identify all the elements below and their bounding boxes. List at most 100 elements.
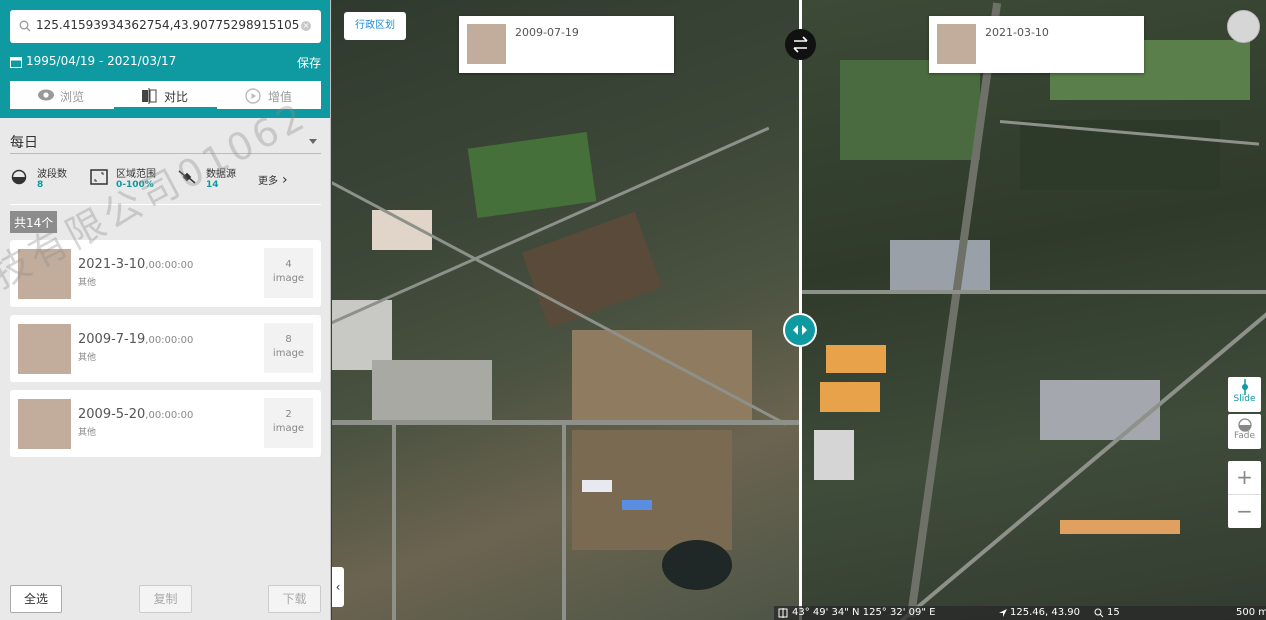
download-button[interactable]: 下载 <box>268 585 321 613</box>
image-count: 4 image <box>264 248 313 298</box>
tab-browse-label: 浏览 <box>60 90 85 104</box>
left-date-label: 2009-07-19 <box>515 26 579 39</box>
right-date-panel[interactable]: 2021-03-10 <box>929 16 1144 73</box>
calendar-icon[interactable] <box>10 56 22 68</box>
time-text: ,00:00:00 <box>145 260 194 271</box>
stat-bands-value: 8 <box>37 180 44 190</box>
sidebar-header: 125.41593934362754,43.90775298915105 × 1… <box>0 0 330 118</box>
count-value: 8 <box>285 334 292 345</box>
location-arrow-icon <box>999 609 1007 617</box>
scale-bar-label: 500 m <box>1236 607 1266 618</box>
divider <box>10 204 321 205</box>
map-left-imagery <box>332 0 800 620</box>
tab-compare[interactable]: 对比 <box>114 81 217 109</box>
date-text: 2009-7-19 <box>78 332 146 347</box>
tab-browse[interactable]: 浏览 <box>10 81 113 109</box>
warehouse-roof <box>820 382 880 412</box>
zoom-level: 15 <box>1107 607 1120 618</box>
roof-strip <box>1060 520 1180 534</box>
road <box>332 420 800 425</box>
compare-icon <box>142 88 157 104</box>
list-item[interactable]: 2009-7-19,00:00:00 其他 8 image <box>10 315 321 382</box>
compare-divider-line[interactable] <box>799 0 802 620</box>
building-cluster <box>1040 380 1160 440</box>
pond <box>662 540 732 590</box>
slider-handle[interactable] <box>783 313 817 347</box>
map-view[interactable]: 行政区划 2009-07-19 2021-03-10 Slide Fade + … <box>332 0 1266 620</box>
warehouse-roof <box>826 345 886 373</box>
left-right-arrows-icon <box>793 325 807 335</box>
count-unit: image <box>272 348 305 359</box>
date-text: 2009-5-20 <box>78 407 146 422</box>
result-count-badge: 共14个 <box>10 211 58 233</box>
left-date-panel[interactable]: 2009-07-19 <box>459 16 674 73</box>
chevron-down-icon <box>309 139 317 144</box>
stat-source-value: 14 <box>206 180 219 190</box>
mode-tabs: 浏览 对比 增值 <box>10 81 321 109</box>
image-thumbnail <box>18 249 71 299</box>
area-frame-icon <box>90 169 108 185</box>
building-cluster <box>890 240 990 290</box>
more-label: 更多 <box>258 176 278 187</box>
left-date-thumbnail <box>467 24 506 64</box>
stat-area-value: 0-100% <box>116 180 154 190</box>
dms-coordinates: 43° 49' 34" N 125° 32' 09" E <box>792 607 936 618</box>
field-patch <box>467 131 597 219</box>
tab-value-added-label: 增值 <box>268 90 293 104</box>
map-status-bar: 43° 49' 34" N 125° 32' 09" E 125.46, 43.… <box>774 606 1266 620</box>
swap-button[interactable] <box>785 29 816 60</box>
slide-mode-button[interactable]: Slide <box>1228 377 1261 412</box>
more-filters-button[interactable]: 更多 › <box>258 172 288 188</box>
search-box[interactable]: 125.41593934362754,43.90775298915105 × <box>10 10 321 43</box>
frequency-select[interactable]: 每日 <box>10 128 321 154</box>
right-date-label: 2021-03-10 <box>985 26 1049 39</box>
field-patch <box>840 60 980 160</box>
image-source: 其他 <box>78 353 97 363</box>
fade-mode-button[interactable]: Fade <box>1228 414 1261 449</box>
building <box>814 430 854 480</box>
tab-value-added[interactable]: 增值 <box>218 81 321 109</box>
building <box>582 480 612 492</box>
lnglat-readout: 125.46, 43.90 <box>1010 607 1080 618</box>
list-item[interactable]: 2021-3-10,00:00:00 其他 4 image <box>10 240 321 307</box>
road <box>800 290 1266 294</box>
user-avatar[interactable] <box>1227 10 1260 43</box>
coordinate-icon <box>778 608 788 618</box>
copy-button[interactable]: 复制 <box>139 585 192 613</box>
select-all-button[interactable]: 全选 <box>10 585 62 613</box>
image-count: 2 image <box>264 398 313 448</box>
stat-bands[interactable]: 波段数 8 <box>10 164 80 196</box>
date-range-row: 1995/04/19 - 2021/03/17 保存 <box>10 53 321 71</box>
stat-area-range[interactable]: 区域范围 0-100% <box>90 164 170 196</box>
image-date: 2009-7-19,00:00:00 <box>78 332 193 347</box>
chevron-left-icon: ‹ <box>335 580 341 594</box>
road <box>562 420 566 620</box>
fade-label: Fade <box>1233 431 1256 441</box>
date-text: 2021-3-10 <box>78 257 146 272</box>
right-date-thumbnail <box>937 24 976 64</box>
road <box>392 420 396 620</box>
time-text: ,00:00:00 <box>145 335 194 346</box>
search-input[interactable]: 125.41593934362754,43.90775298915105 <box>36 18 299 32</box>
date-range-label[interactable]: 1995/04/19 - 2021/03/17 <box>26 54 176 68</box>
satellite-icon <box>178 170 196 184</box>
zoom-out-button[interactable]: − <box>1228 494 1261 527</box>
count-value: 4 <box>285 259 292 270</box>
image-date: 2021-3-10,00:00:00 <box>78 257 193 272</box>
collapse-sidebar-button[interactable]: ‹ <box>332 567 344 607</box>
clear-icon[interactable]: × <box>301 21 311 31</box>
tab-compare-label: 对比 <box>164 90 189 104</box>
play-circle-icon <box>245 88 261 104</box>
map-right-imagery <box>800 0 1266 620</box>
list-item[interactable]: 2009-5-20,00:00:00 其他 2 image <box>10 390 321 457</box>
zoom-in-button[interactable]: + <box>1228 461 1261 494</box>
sidebar: 125.41593934362754,43.90775298915105 × 1… <box>0 0 331 620</box>
swap-icon <box>793 36 808 53</box>
chevron-right-icon: › <box>282 172 288 188</box>
stat-data-source[interactable]: 数据源 14 <box>178 164 248 196</box>
save-button[interactable]: 保存 <box>297 54 321 71</box>
image-thumbnail <box>18 399 71 449</box>
image-thumbnail <box>18 324 71 374</box>
admin-division-button[interactable]: 行政区划 <box>344 12 406 40</box>
image-source: 其他 <box>78 278 97 288</box>
